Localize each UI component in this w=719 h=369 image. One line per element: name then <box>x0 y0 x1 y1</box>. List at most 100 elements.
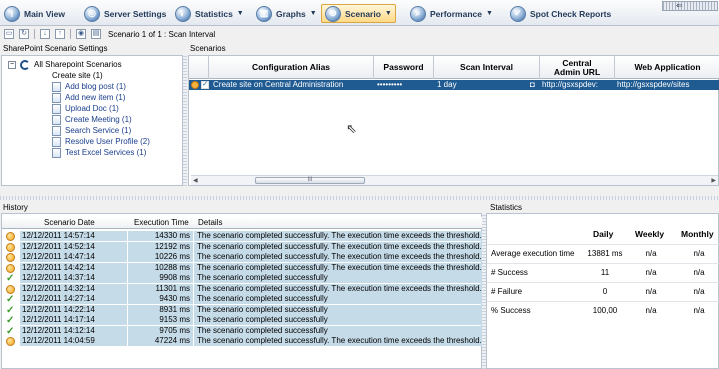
history-row[interactable]: 12/12/2011 14:47:14 10226 ms The scenario … <box>2 252 483 262</box>
tree-root-label: All Sharepoint Scenarios <box>34 60 122 69</box>
scenario-globe-icon: ⊕ <box>325 5 341 22</box>
tree-item[interactable]: Upload Doc (1) <box>52 103 119 114</box>
history-row[interactable]: ✓ 12/12/2011 14:27:14 9430 ms The scenario … <box>2 294 483 305</box>
warning-icon <box>6 337 15 346</box>
horizontal-scrollbar[interactable]: ◀ III ▶ <box>191 175 718 185</box>
column-scan-interval[interactable]: Scan Interval <box>434 56 540 79</box>
statistics-section-label: Statistics <box>490 203 523 212</box>
new-document-icon[interactable]: ▭ <box>4 29 14 39</box>
history-details: The scenario completed successfully. The… <box>194 283 483 294</box>
stat-row: # Success 11 n/a n/a <box>487 263 719 283</box>
status-warning-icon <box>191 81 199 91</box>
stat-daily: 100,00 <box>592 306 618 315</box>
sort-descending-icon[interactable]: ↑ <box>55 29 65 39</box>
ribbon-performance[interactable]: ⌕ Performance ▼ <box>410 4 493 23</box>
history-execution-time: 12192 ms <box>128 241 194 252</box>
scenarios-grid: Configuration Alias Password Scan Interv… <box>188 55 719 186</box>
history-row[interactable]: 12/12/2011 14:04:59 47224 ms The scenario … <box>2 336 483 346</box>
history-details: The scenario completed successfully <box>194 304 483 315</box>
history-details: The scenario completed successfully. The… <box>194 336 483 346</box>
column-details[interactable]: Details <box>198 217 222 229</box>
warning-icon <box>6 232 15 241</box>
ribbon-graphs[interactable]: ▥ Graphs ▼ <box>256 4 317 23</box>
scrollbar-thumb[interactable]: III <box>255 177 365 184</box>
sort-ascending-icon[interactable]: ↓ <box>40 29 50 39</box>
document-icon <box>52 125 61 136</box>
scroll-left-icon[interactable]: ◀ <box>193 176 198 186</box>
success-check-icon: ✓ <box>6 294 15 305</box>
vertical-splitter[interactable] <box>183 55 187 186</box>
ribbon-scenario[interactable]: ⊕ Scenario ▼ <box>321 4 396 23</box>
success-check-icon: ✓ <box>6 304 15 316</box>
tree-item[interactable]: Search Service (1) <box>52 125 131 136</box>
history-row[interactable]: 12/12/2011 14:42:14 10288 ms The scenario … <box>2 262 483 273</box>
success-check-icon: ✓ <box>6 325 15 337</box>
enabled-checkbox[interactable]: ✓ <box>201 81 209 91</box>
comment-icon[interactable]: ▤ <box>91 29 101 39</box>
back-arrow-icon[interactable]: ⇐ <box>676 1 683 10</box>
history-details: The scenario completed successfully. The… <box>194 241 483 252</box>
column-configuration-alias[interactable]: Configuration Alias <box>209 56 374 79</box>
interval-picker-icon[interactable]: ◘ <box>530 80 538 90</box>
scenario-row[interactable]: ✓ Create site on Central Administration … <box>189 80 719 90</box>
toolbar-divider <box>70 29 71 39</box>
ribbon-server-settings[interactable]: ◎ Server Settings <box>84 4 166 23</box>
history-row[interactable]: ✓ 12/12/2011 14:17:14 9153 ms The scenario … <box>2 315 483 326</box>
history-execution-time: 9908 ms <box>128 273 194 283</box>
success-check-icon: ✓ <box>6 273 15 284</box>
history-details: The scenario completed successfully <box>194 315 483 325</box>
tree-item[interactable]: Resolve User Profile (2) <box>52 136 150 147</box>
tree-item[interactable]: Create Meeting (1) <box>52 114 132 125</box>
history-row[interactable]: 12/12/2011 14:52:14 12192 ms The scenario … <box>2 241 483 252</box>
history-execution-time: 47224 ms <box>128 336 194 346</box>
scenario-web-app: http://gsxspdev/sites <box>617 80 690 89</box>
column-execution-time[interactable]: Execution Time <box>134 217 189 229</box>
ribbon-server-settings-label: Server Settings <box>104 8 167 19</box>
document-icon <box>52 92 61 103</box>
ribbon-resize-grip[interactable] <box>662 1 718 11</box>
stat-label: # Failure <box>491 287 523 296</box>
horizontal-splitter[interactable] <box>0 196 719 200</box>
tree-item-label: Upload Doc (1) <box>65 104 119 113</box>
history-execution-time: 10288 ms <box>128 262 194 273</box>
document-icon <box>52 147 61 158</box>
ribbon-statistics[interactable]: ◐ Statistics ▼ <box>175 4 244 23</box>
tree-item[interactable]: Test Excel Services (1) <box>52 147 146 158</box>
column-password[interactable]: Password <box>374 56 434 79</box>
collapse-icon[interactable]: − <box>8 60 16 69</box>
history-date: 12/12/2011 14:17:14 <box>20 315 128 325</box>
tree-item[interactable]: Add blog post (1) <box>52 81 126 92</box>
scenario-alias: Create site on Central Administration <box>213 80 344 89</box>
history-row[interactable]: ✓ 12/12/2011 14:37:14 9908 ms The scenario … <box>2 273 483 284</box>
header-spacer <box>189 56 209 79</box>
history-details: The scenario completed successfully <box>194 273 483 283</box>
ribbon-performance-label: Performance <box>430 8 482 19</box>
stat-row: Average execution time 13881 ms n/a n/a <box>487 244 719 264</box>
history-row[interactable]: 12/12/2011 14:57:14 14330 ms The scenario … <box>2 231 483 241</box>
document-icon <box>52 114 61 125</box>
history-row[interactable]: ✓ 12/12/2011 14:22:14 8931 ms The scenario … <box>2 304 483 316</box>
history-row[interactable]: 12/12/2011 14:32:14 11301 ms The scenario … <box>2 283 483 294</box>
ribbon-spot-check-reports[interactable]: ✓ Spot Check Reports <box>510 4 611 23</box>
ribbon-statistics-label: Statistics <box>195 8 233 19</box>
stat-label: % Success <box>491 306 531 315</box>
statistics-table: Daily Weekly Monthly Average execution t… <box>486 213 719 369</box>
scroll-right-icon[interactable]: ▶ <box>711 176 716 186</box>
history-section-label: History <box>3 203 28 212</box>
ribbon-main-view[interactable]: i Main View <box>4 4 65 23</box>
column-web-application[interactable]: Web Application <box>615 56 719 79</box>
warning-icon <box>6 242 15 252</box>
column-central-admin-url[interactable]: Central Admin URL <box>540 56 615 79</box>
history-row[interactable]: ✓ 12/12/2011 14:12:14 9705 ms The scenario … <box>2 325 483 337</box>
stat-daily: 11 <box>600 268 610 277</box>
statistics-icon: ◐ <box>175 5 191 22</box>
tree-item[interactable]: Add new item (1) <box>52 92 125 103</box>
tree-item[interactable]: Create site (1) <box>52 70 103 81</box>
warning-icon <box>6 284 15 294</box>
refresh-icon[interactable]: ↻ <box>19 29 29 39</box>
tree-root[interactable]: − All Sharepoint Scenarios <box>8 59 122 70</box>
ribbon: i Main View ◎ Server Settings ◐ Statisti… <box>0 0 719 26</box>
column-scenario-date[interactable]: Scenario Date <box>44 217 95 229</box>
view-icon[interactable]: ◉ <box>76 29 86 39</box>
tree-item-label: Resolve User Profile (2) <box>65 137 150 146</box>
